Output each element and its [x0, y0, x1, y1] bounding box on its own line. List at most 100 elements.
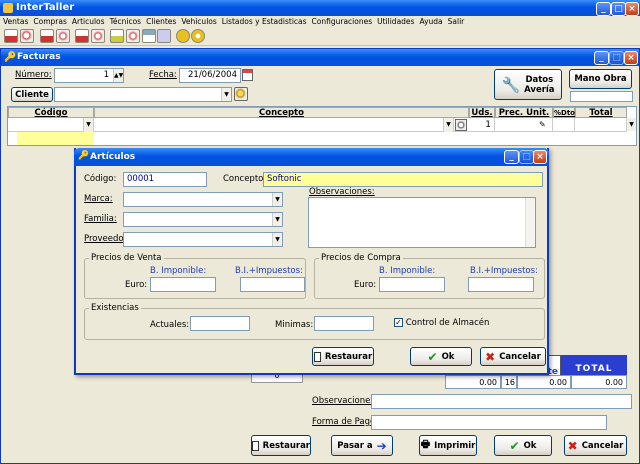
codigo-label: Código:: [84, 174, 117, 184]
articulos-minimize-button[interactable]: _: [504, 150, 519, 164]
art-cancelar-button[interactable]: ✖ Cancelar: [480, 347, 546, 366]
facturas-minimize-button[interactable]: _: [594, 51, 609, 65]
uds-cell[interactable]: 1: [469, 118, 495, 132]
toolbar-search-icon[interactable]: [20, 29, 34, 43]
articulos-maximize-button[interactable]: □: [519, 150, 534, 164]
familia-select[interactable]: ▼: [123, 212, 283, 227]
menu-item-1[interactable]: Compras: [33, 17, 66, 26]
toolbar-client-search-icon[interactable]: [126, 29, 140, 43]
proveedor-dropdown-arrow[interactable]: ▼: [272, 233, 282, 246]
cliente-input[interactable]: ▼: [54, 87, 232, 102]
menu-bar: Ventas Compras Articulos Técnicos Clientes Ve…: [3, 16, 640, 28]
proveedor-select[interactable]: ▼: [123, 232, 283, 247]
menu-item-5[interactable]: Vehiculos: [181, 17, 216, 26]
toolbar-client-icon[interactable]: [110, 29, 124, 43]
actuales-input[interactable]: [190, 316, 250, 331]
toolbar-list-icon[interactable]: [157, 29, 171, 43]
app-maximize-button[interactable]: □: [611, 2, 626, 16]
observaciones-scrollbar[interactable]: [525, 198, 535, 247]
toolbar-article-icon[interactable]: [75, 29, 89, 43]
toolbar-purchase-search-icon[interactable]: [56, 29, 70, 43]
mano-obra-button[interactable]: Mano Obra: [569, 69, 632, 89]
toolbar-invoice-icon[interactable]: [4, 29, 18, 43]
col-prec-unit[interactable]: Prec. Unit.: [495, 107, 553, 118]
calendar-icon[interactable]: [242, 69, 253, 81]
total-cell[interactable]: [575, 118, 627, 132]
toolbar-exit-icon[interactable]: [191, 29, 205, 43]
cliente-dropdown-arrow[interactable]: ▼: [221, 88, 231, 101]
cliente-search-icon[interactable]: [234, 87, 248, 101]
venta-bi-label: B. Imponible:: [150, 266, 207, 276]
concepto-search-icon[interactable]: [455, 119, 467, 131]
art-observaciones-textarea[interactable]: [308, 197, 536, 248]
minimas-input[interactable]: [314, 316, 374, 331]
concepto-cell[interactable]: ▼: [94, 118, 454, 132]
articulos-title: Artículos: [90, 152, 136, 162]
datos-averia-button[interactable]: 🔧 Datos Avería: [494, 69, 562, 100]
concepto-input[interactable]: Softonic: [263, 172, 543, 187]
fecha-input[interactable]: 21/06/2004: [179, 68, 241, 83]
wrench-icon: 🔧: [501, 75, 521, 94]
menu-item-7[interactable]: Configuraciones: [312, 17, 373, 26]
facturas-maximize-button[interactable]: □: [609, 51, 624, 65]
familia-dropdown-arrow[interactable]: ▼: [272, 213, 282, 226]
control-almacen-checkbox[interactable]: ✓ Control de Almacén: [394, 318, 489, 328]
menu-item-6[interactable]: Listados y Estadisticas: [222, 17, 307, 26]
observaciones-input[interactable]: [371, 394, 632, 409]
menu-item-2[interactable]: Articulos: [72, 17, 105, 26]
cancel-x-icon: ✖: [567, 438, 578, 453]
mano-obra-input[interactable]: [570, 91, 633, 102]
marca-select[interactable]: ▼: [123, 192, 283, 207]
cliente-button[interactable]: Cliente: [11, 87, 53, 102]
codigo-dropdown-arrow[interactable]: ▼: [83, 118, 93, 132]
app-close-button[interactable]: ×: [625, 2, 639, 16]
toolbar-purchase-icon[interactable]: [40, 29, 54, 43]
menu-item-9[interactable]: Ayuda: [419, 17, 442, 26]
forma-pago-input[interactable]: [371, 415, 607, 430]
grid-row-1[interactable]: ▼ ▼ 1 ✎ ▼: [8, 118, 636, 132]
app-minimize-button[interactable]: _: [596, 2, 611, 16]
codigo-cell-selected[interactable]: [17, 132, 94, 145]
control-almacen-check-icon[interactable]: ✓: [394, 318, 403, 327]
dto-cell[interactable]: [553, 118, 575, 132]
pasar-button[interactable]: Pasar a ➔: [331, 435, 393, 456]
toolbar-article-search-icon[interactable]: [91, 29, 105, 43]
menu-item-0[interactable]: Ventas: [3, 17, 28, 26]
menu-item-4[interactable]: Clientes: [146, 17, 176, 26]
col-total[interactable]: Total: [575, 107, 627, 118]
menu-item-8[interactable]: Utilidades: [377, 17, 414, 26]
imprimir-button[interactable]: 🖶 Imprimir: [419, 435, 477, 456]
facturas-cancelar-button[interactable]: ✖ Cancelar: [564, 435, 627, 456]
numero-input[interactable]: 1 ▲▼: [54, 68, 124, 83]
col-uds[interactable]: Uds.: [469, 107, 495, 118]
toolbar-report-icon[interactable]: [142, 29, 156, 43]
compra-bi-imp-input[interactable]: [468, 277, 534, 292]
art-restaurar-button[interactable]: Restaurar: [312, 347, 374, 366]
compra-bi-input[interactable]: [379, 277, 445, 292]
facturas-close-button[interactable]: ×: [624, 51, 638, 65]
concepto-dropdown-arrow[interactable]: ▼: [443, 118, 453, 132]
grid-row-dropdown-arrow[interactable]: ▼: [626, 118, 636, 131]
grid-row-2[interactable]: [8, 132, 627, 145]
numero-spinner[interactable]: ▲▼: [113, 69, 123, 82]
art-observaciones-label: Observaciones:: [309, 187, 375, 197]
venta-bi-input[interactable]: [150, 277, 216, 292]
art-ok-button[interactable]: ✔ Ok: [410, 347, 472, 366]
articulos-close-button[interactable]: ×: [533, 150, 547, 164]
facturas-ok-button[interactable]: ✔ Ok: [494, 435, 552, 456]
col-codigo[interactable]: Código: [8, 107, 94, 118]
codigo-cell[interactable]: ▼: [8, 118, 94, 132]
menu-item-3[interactable]: Técnicos: [110, 17, 142, 26]
venta-bi-imp-input[interactable]: [240, 277, 305, 292]
facturas-restaurar-button[interactable]: Restaurar: [251, 435, 311, 456]
marca-dropdown-arrow[interactable]: ▼: [272, 193, 282, 206]
menu-item-10[interactable]: Salir: [448, 17, 465, 26]
codigo-input[interactable]: 00001: [123, 172, 207, 187]
venta-euro-label: Euro:: [125, 280, 148, 290]
col-dto[interactable]: %Dto: [553, 107, 575, 118]
col-concepto[interactable]: Concepto: [94, 107, 469, 118]
familia-label: Familia:: [84, 214, 117, 224]
prec-tool-icon[interactable]: ✎: [539, 120, 550, 130]
toolbar-help-icon[interactable]: [176, 29, 190, 43]
venta-bi-imp-label: B.I.+Impuestos:: [235, 266, 303, 276]
